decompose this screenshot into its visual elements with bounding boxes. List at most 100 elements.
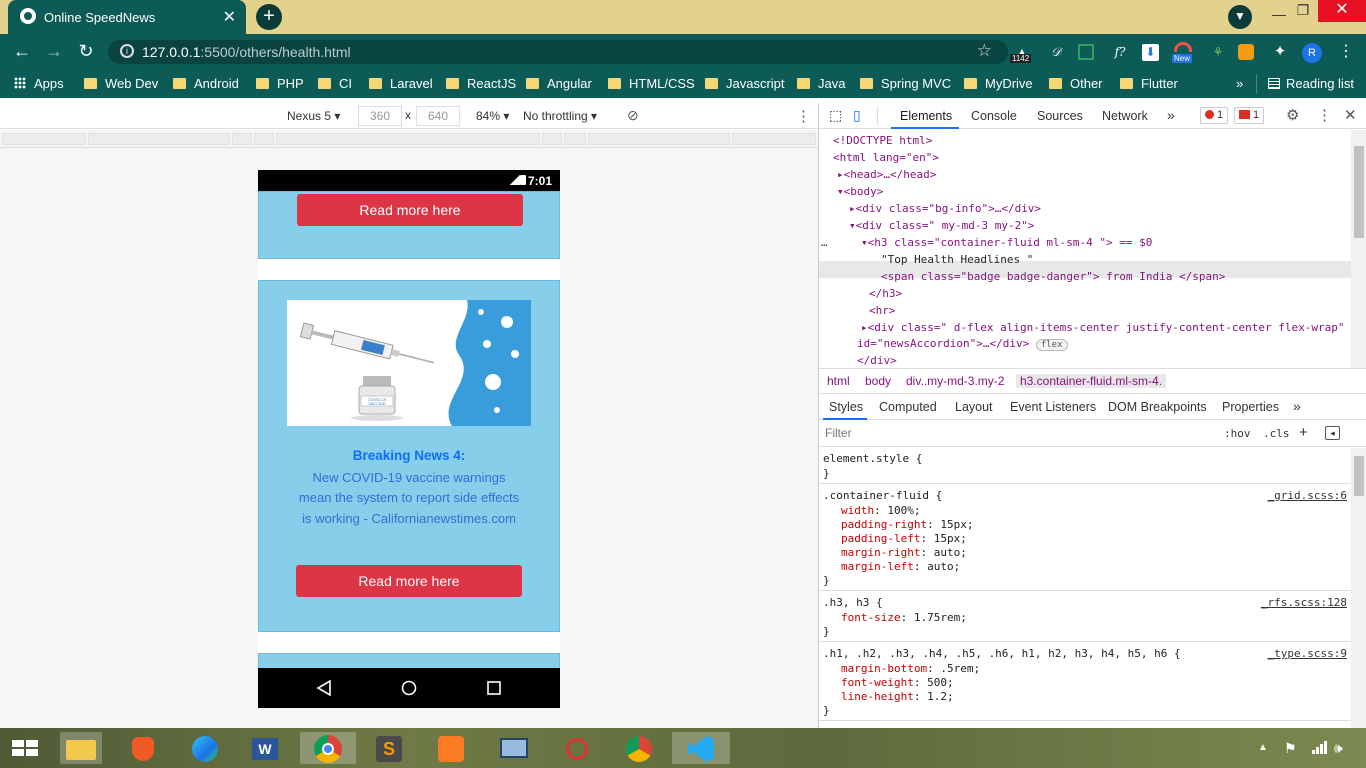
dom-line[interactable]: </div> (857, 354, 897, 367)
bookmark-folder[interactable]: Laravel (369, 76, 433, 91)
chevron-down-icon[interactable]: ▼ (1228, 5, 1252, 29)
media-segment[interactable] (542, 133, 562, 145)
media-segment[interactable] (2, 133, 86, 145)
file-explorer-icon[interactable] (60, 732, 102, 764)
volume-icon[interactable]: 🕪 (1334, 732, 1358, 764)
css-declaration[interactable]: line-height: 1.2; (841, 690, 954, 703)
width-input[interactable]: 360 (358, 106, 402, 126)
media-segment[interactable] (564, 133, 586, 145)
media-segment[interactable] (732, 133, 816, 145)
scrollbar-thumb[interactable] (1354, 456, 1364, 496)
rule-selector[interactable]: .h1, .h2, .h3, .h4, .h5, .h6, h1, h2, h3… (823, 647, 1181, 660)
chrome-icon[interactable] (300, 732, 356, 764)
media-segment[interactable] (254, 133, 274, 145)
reload-icon[interactable]: ↻ (74, 41, 98, 63)
dom-line[interactable]: ▾<div class=" my-md-3 my-2"> (849, 219, 1034, 232)
bookmark-folder[interactable]: Spring MVC (860, 76, 951, 91)
errors-badge[interactable]: 1 (1200, 107, 1229, 124)
reading-list-button[interactable]: Reading list (1268, 76, 1354, 91)
bookmarks-overflow-button[interactable]: » (1236, 76, 1243, 91)
tab-elements[interactable]: Elements (900, 109, 952, 123)
add-rule-icon[interactable]: + (1299, 424, 1308, 441)
css-declaration[interactable]: padding-left: 15px; (841, 532, 967, 545)
css-declaration[interactable]: font-size: 1.75rem; (841, 611, 967, 624)
extension-icon[interactable]: 1142 ▲ (1010, 42, 1032, 63)
bookmark-folder[interactable]: Web Dev (84, 76, 158, 91)
collapse-arrow-icon[interactable]: ▾ (861, 236, 868, 249)
browser-tab[interactable]: Online SpeedNews ✕ (8, 0, 246, 34)
read-more-button-3[interactable]: Read more here (297, 194, 523, 226)
more-style-tabs-button[interactable]: » (1293, 398, 1301, 414)
bookmark-folder[interactable]: Javascript (705, 76, 785, 91)
more-tabs-button[interactable]: » (1167, 107, 1175, 123)
css-declaration[interactable]: margin-right: auto; (841, 546, 967, 559)
bookmark-folder[interactable]: Angular (526, 76, 592, 91)
tab-network[interactable]: Network (1102, 109, 1148, 123)
dom-line[interactable]: id="newsAccordion">…</div> flex (857, 337, 1068, 351)
tab-console[interactable]: Console (971, 109, 1017, 123)
extension-icon-8[interactable] (1238, 44, 1254, 60)
tab-computed[interactable]: Computed (879, 400, 937, 414)
rule-source-link[interactable]: _rfs.scss:128 (1261, 596, 1347, 609)
extension-icon-4[interactable]: f? (1110, 42, 1130, 62)
collapse-arrow-icon[interactable]: ▾ (849, 219, 856, 232)
device-toggle-icon[interactable]: ▯ (853, 107, 861, 124)
bookmark-folder[interactable]: CI (318, 76, 352, 91)
tab-properties[interactable]: Properties (1222, 400, 1279, 414)
bookmark-folder[interactable]: Android (173, 76, 239, 91)
flex-badge[interactable]: flex (1035, 339, 1068, 351)
devtools-menu-icon[interactable]: ⋮ (1317, 106, 1332, 124)
rule-selector[interactable]: .h3, h3 { (823, 596, 883, 609)
css-declaration[interactable]: margin-left: auto; (841, 560, 960, 573)
dom-line-selected[interactable]: ▾<h3 class="container-fluid ml-sm-4 "> =… (861, 236, 1152, 249)
menu-kebab-icon[interactable]: ⋮ (1336, 42, 1356, 62)
dom-line[interactable]: ▸<div class=" d-flex align-items-center … (861, 321, 1344, 334)
close-tab-icon[interactable]: ✕ (223, 7, 236, 27)
chrome-profile-icon[interactable] (622, 732, 656, 764)
dom-line[interactable]: </h3> (869, 287, 902, 300)
media-segment[interactable] (88, 133, 230, 145)
home-circle-icon[interactable] (401, 680, 417, 696)
tab-event-listeners[interactable]: Event Listeners (1010, 400, 1096, 414)
collapse-arrow-icon[interactable]: ▾ (837, 185, 844, 198)
media-segment[interactable] (276, 133, 540, 145)
extension-icon-3[interactable] (1078, 44, 1094, 60)
news-body[interactable]: New COVID-19 vaccine warnings mean the s… (298, 468, 520, 529)
read-more-button-4[interactable]: Read more here (296, 565, 522, 597)
bookmark-folder[interactable]: HTML/CSS (608, 76, 695, 91)
dom-line[interactable]: <!DOCTYPE html> (833, 134, 932, 147)
bookmark-folder[interactable]: Flutter (1120, 76, 1178, 91)
dom-line[interactable]: <span class="badge badge-danger"> from I… (881, 270, 1225, 283)
bookmark-folder[interactable]: Other (1049, 76, 1103, 91)
vscode-icon[interactable] (672, 732, 730, 764)
extension-icon-6[interactable]: New (1172, 42, 1194, 63)
bookmark-folder[interactable]: Java (797, 76, 845, 91)
css-declaration[interactable]: margin-bottom: .5rem; (841, 662, 980, 675)
rotate-icon[interactable]: ⊘ (627, 107, 639, 124)
devtools-close-icon[interactable]: ✕ (1344, 106, 1357, 124)
tab-dom-breakpoints[interactable]: DOM Breakpoints (1108, 400, 1207, 414)
dom-line[interactable]: "Top Health Headlines " (881, 253, 1033, 266)
css-declaration[interactable]: width: 100%; (841, 504, 921, 517)
profile-avatar[interactable]: R (1302, 43, 1322, 63)
bookmark-folder[interactable]: MyDrive (964, 76, 1033, 91)
restore-button[interactable]: ❐ (1288, 2, 1318, 19)
rule-source-link[interactable]: _type.scss:9 (1268, 647, 1347, 660)
extensions-puzzle-icon[interactable]: ✦ (1270, 42, 1290, 62)
height-input[interactable]: 640 (416, 106, 460, 126)
xampp-icon[interactable] (434, 732, 468, 764)
dom-scrollbar[interactable] (1351, 130, 1366, 368)
scrollbar-thumb[interactable] (1354, 146, 1364, 238)
settings-gear-icon[interactable]: ⚙ (1286, 106, 1299, 124)
dom-line[interactable]: ▸<div class="bg-info">…</div> (849, 202, 1041, 215)
bookmark-folder[interactable]: ReactJS (446, 76, 516, 91)
word-icon[interactable]: W (248, 732, 282, 764)
download-extension-icon[interactable]: ⬇ (1142, 44, 1159, 61)
node-actions-ellipsis[interactable]: … (821, 236, 828, 249)
throttling-select[interactable]: No throttling ▾ (523, 109, 597, 123)
tab-styles[interactable]: Styles (829, 400, 863, 414)
issues-badge[interactable]: 1 (1234, 107, 1265, 124)
tab-layout[interactable]: Layout (955, 400, 993, 414)
brave-browser-icon[interactable] (126, 732, 160, 764)
device-select[interactable]: Nexus 5 ▾ (287, 109, 340, 123)
